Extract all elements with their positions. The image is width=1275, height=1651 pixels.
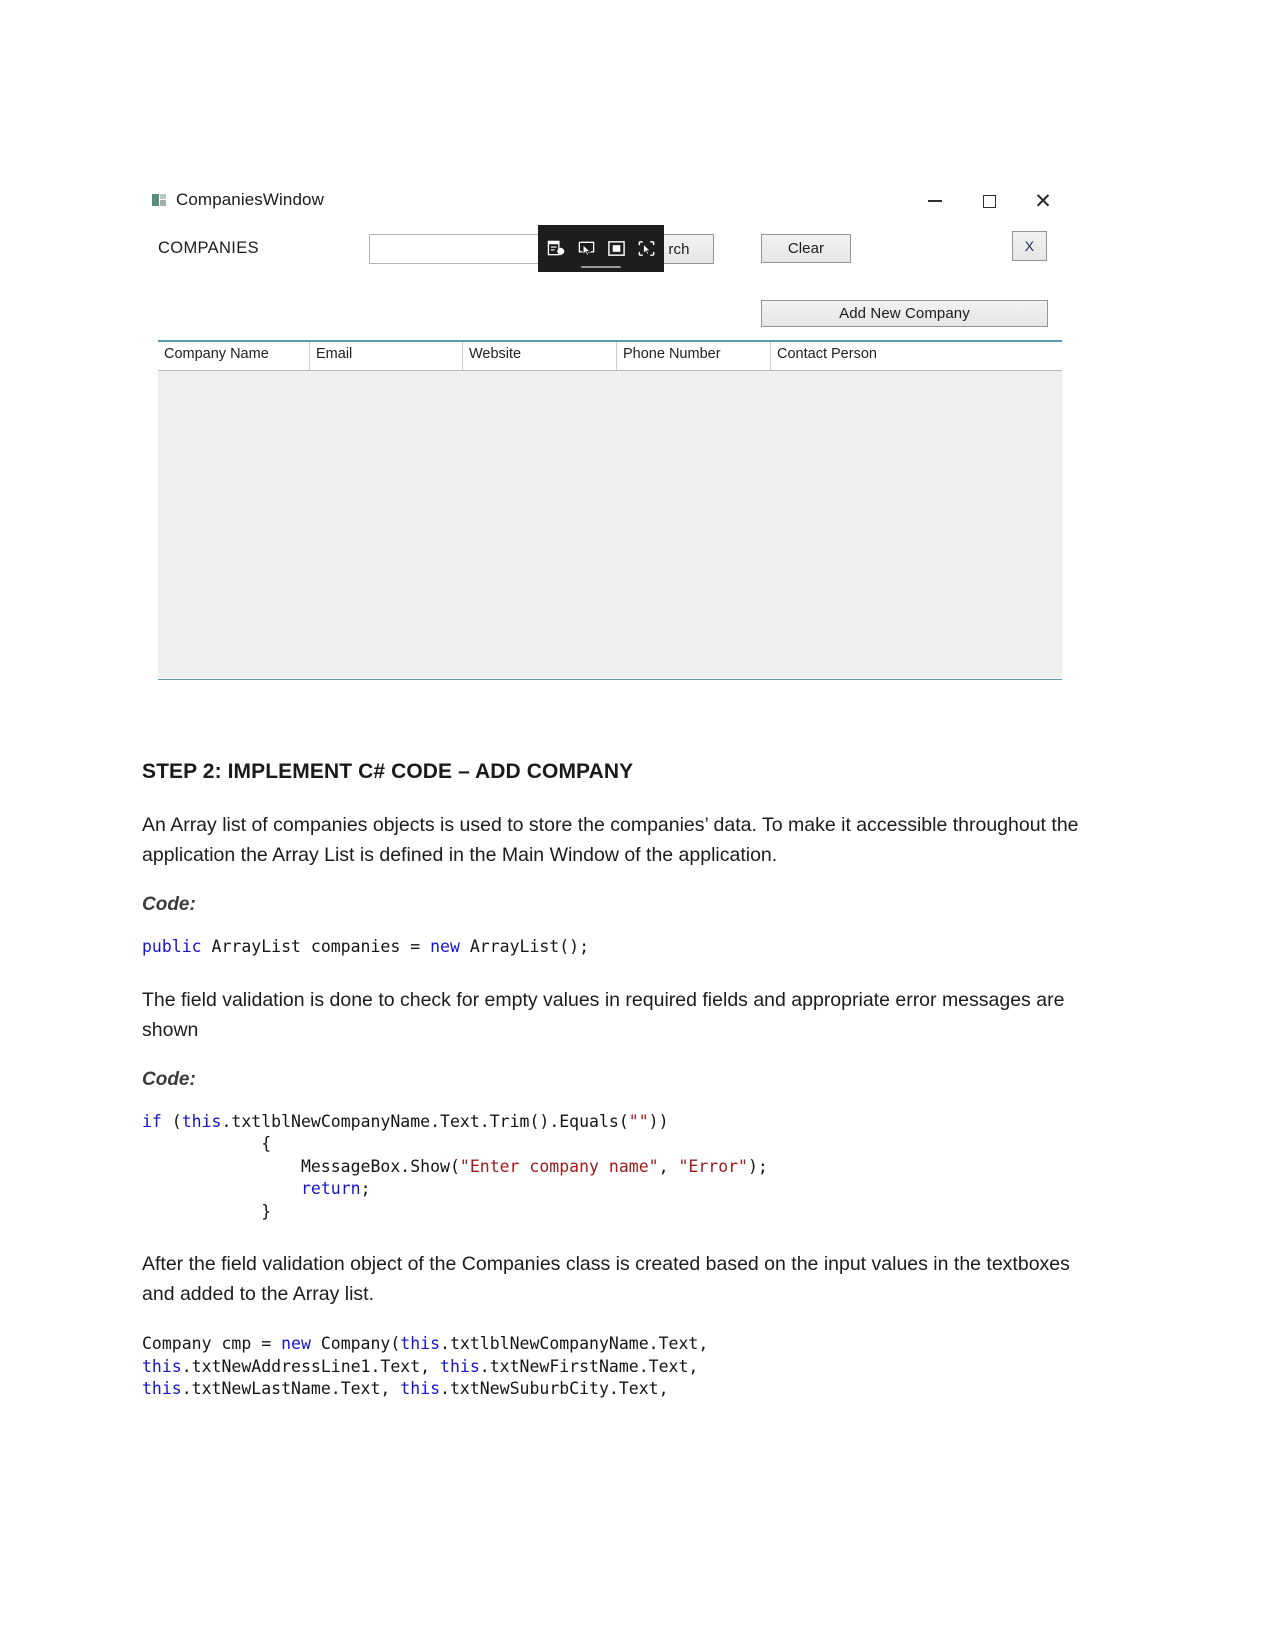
toolbar-drag-handle[interactable] [581, 265, 621, 268]
code-plain-1b: ArrayList(); [459, 937, 590, 956]
code-plain-1a: ArrayList companies = [201, 937, 431, 956]
code-label-1: Code: [142, 894, 196, 915]
grid-column-header-website[interactable]: Website [463, 342, 617, 370]
snip-toolbar-overlay [538, 225, 664, 272]
companies-datagrid: Company Name Email Website Phone Number … [158, 340, 1062, 680]
fullscreen-snip-icon[interactable] [604, 235, 629, 262]
minimize-icon [928, 200, 942, 202]
grid-header-row: Company Name Email Website Phone Number … [158, 342, 1062, 371]
maximize-icon [982, 194, 996, 208]
clear-button[interactable]: Clear [761, 234, 851, 263]
add-new-company-button[interactable]: Add New Company [761, 300, 1048, 327]
document-body: STEP 2: IMPLEMENT C# CODE – ADD COMPANY … [142, 760, 1082, 1427]
maximize-button[interactable] [962, 184, 1016, 218]
close-icon: ✕ [1034, 188, 1052, 213]
code-block-3: Company cmp = new Company(this.txtlblNew… [142, 1334, 709, 1398]
window-title: CompaniesWindow [176, 190, 324, 209]
paragraph-3: After the field validation object of the… [142, 1253, 1070, 1305]
grid-column-header-phone-number[interactable]: Phone Number [617, 342, 771, 370]
minimize-button[interactable] [908, 184, 962, 218]
companies-section-label: COMPANIES [158, 239, 259, 257]
freeform-snip-icon[interactable] [634, 235, 659, 262]
code-block-2: if (this.txtlblNewCompanyName.Text.Trim(… [142, 1111, 768, 1221]
grid-body-empty[interactable] [158, 371, 1062, 678]
grid-column-header-company-name[interactable]: Company Name [158, 342, 310, 370]
close-button[interactable]: ✕ [1016, 184, 1070, 218]
grid-bottom-rule [158, 678, 1062, 680]
new-snip-icon[interactable] [544, 235, 569, 262]
app-window-icon [152, 193, 167, 208]
code-label-2: Code: [142, 1068, 196, 1090]
page-title: STEP 2: IMPLEMENT C# CODE – ADD COMPANY [142, 760, 634, 783]
paragraph-2: The field validation is done to check fo… [142, 988, 1065, 1041]
paragraph-1: An Array list of companies objects is us… [142, 814, 1079, 866]
window-titlebar: CompaniesWindow ✕ [144, 176, 1072, 224]
code-keyword-new: new [430, 937, 460, 956]
code-keyword-public: public [142, 937, 202, 956]
grid-column-header-email[interactable]: Email [310, 342, 463, 370]
grid-column-header-contact-person[interactable]: Contact Person [771, 342, 1062, 370]
window-controls: ✕ [908, 184, 1070, 218]
window-snip-icon[interactable] [574, 235, 599, 262]
window-title-group: CompaniesWindow [152, 190, 324, 210]
code-block-1: public ArrayList companies = new ArrayLi… [142, 936, 1082, 959]
companies-window-screenshot: CompaniesWindow ✕ COMPANIES rch Clear X … [144, 176, 1072, 696]
close-x-button[interactable]: X [1012, 231, 1047, 261]
